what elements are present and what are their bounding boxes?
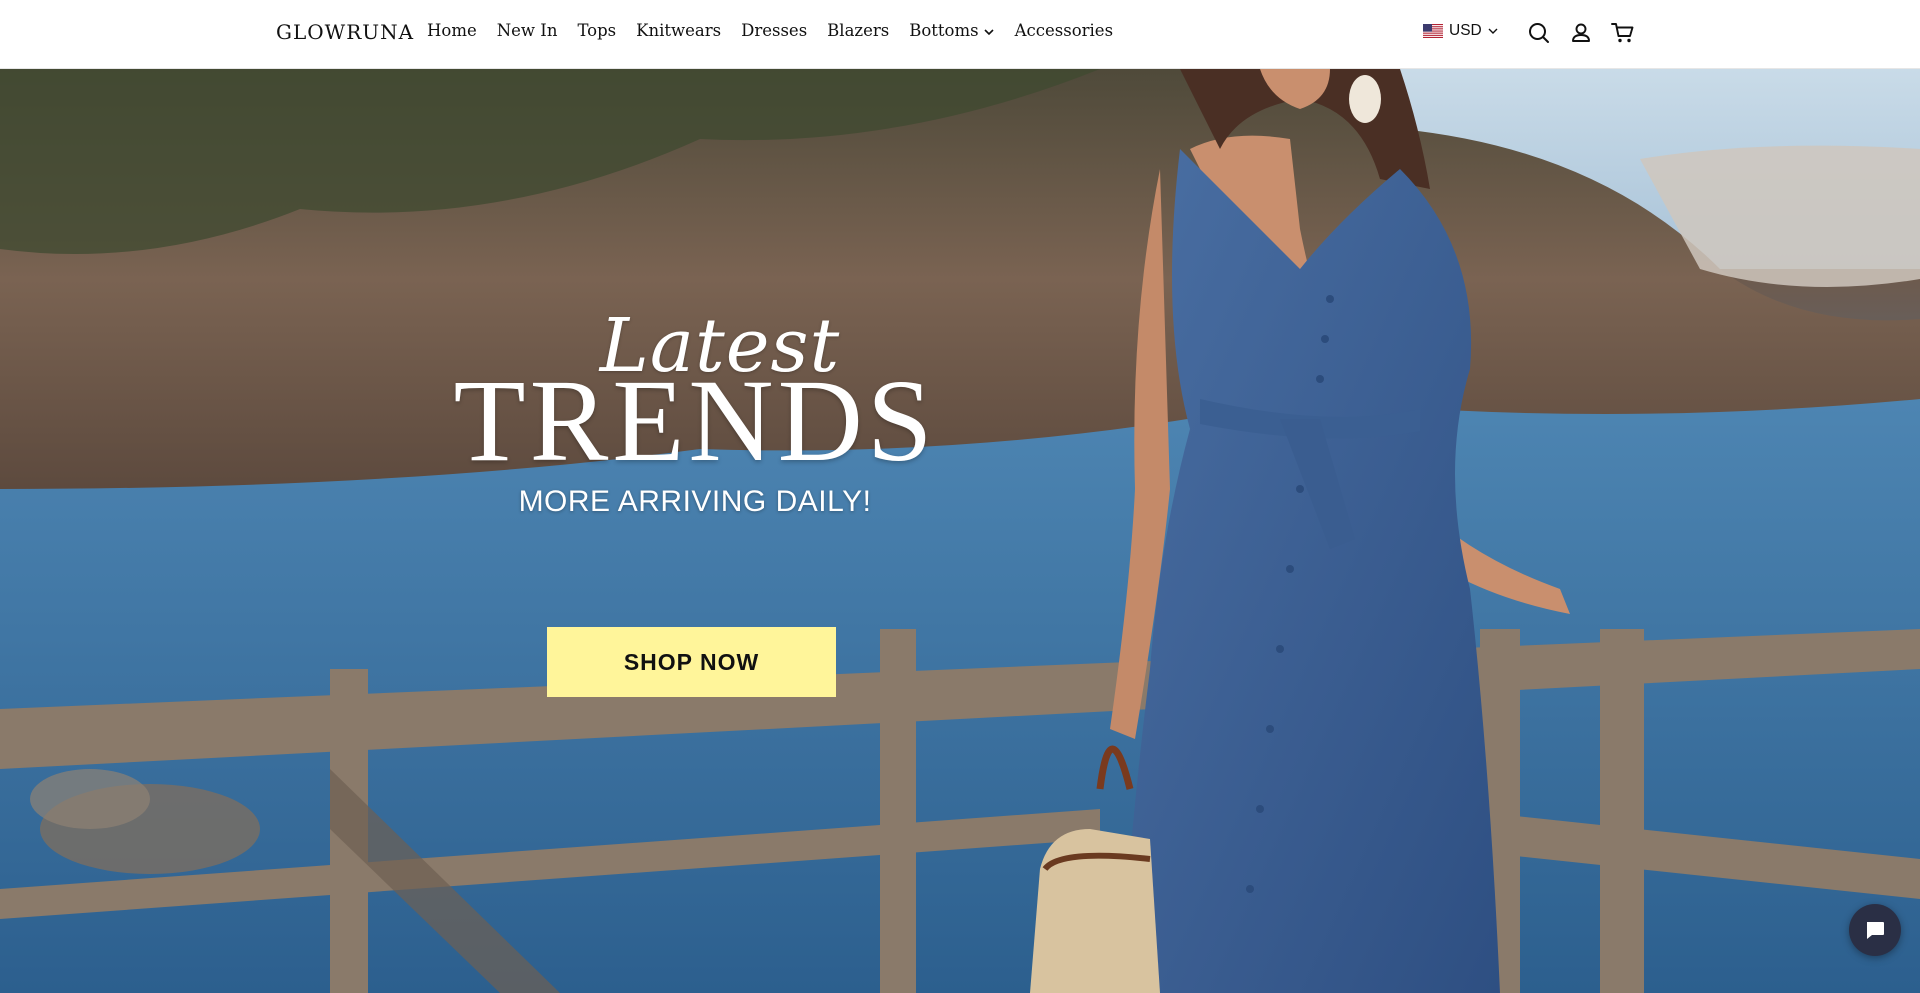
chat-icon xyxy=(1867,922,1884,939)
nav-item-new-in[interactable]: New In xyxy=(497,21,558,40)
nav-item-label: New In xyxy=(496,21,558,40)
currency-selector[interactable]: USD xyxy=(1423,22,1499,40)
shop-now-button[interactable]: SHOP NOW xyxy=(547,627,836,697)
chat-button[interactable] xyxy=(1849,904,1901,956)
nav-item-label: Dresses xyxy=(741,21,808,40)
us-flag-icon xyxy=(1423,24,1443,38)
nav-item-tops[interactable]: Tops xyxy=(577,21,616,40)
currency-label: USD xyxy=(1449,22,1482,39)
nav-item-accessories[interactable]: Accessories xyxy=(1015,21,1113,40)
nav-item-dresses[interactable]: Dresses xyxy=(741,21,807,40)
nav-item-label: Knitwears xyxy=(636,21,722,40)
hero-photo xyxy=(0,69,1920,993)
site-header: GLOWRUNA Home New In Tops Knitwears Dres… xyxy=(0,0,1920,69)
search-icon[interactable] xyxy=(1526,20,1552,46)
cart-icon[interactable] xyxy=(1610,20,1636,46)
nav-item-label: Tops xyxy=(577,21,617,40)
nav-item-bottoms[interactable]: Bottoms xyxy=(909,21,994,40)
hero-subtitle: MORE ARRIVING DAILY! xyxy=(518,485,872,518)
store-logo[interactable]: GLOWRUNA xyxy=(276,20,414,44)
nav-item-home[interactable]: Home xyxy=(427,21,477,40)
chevron-down-icon xyxy=(984,29,994,36)
nav-item-blazers[interactable]: Blazers xyxy=(827,21,889,40)
hero-copy: Latest TRENDS MORE ARRIVING DAILY! xyxy=(450,309,940,519)
account-icon[interactable] xyxy=(1568,20,1594,46)
nav-item-label: Blazers xyxy=(827,21,890,40)
chevron-down-icon xyxy=(1488,28,1498,34)
hero-banner: Latest TRENDS MORE ARRIVING DAILY! SHOP … xyxy=(0,69,1920,993)
main-nav: Home New In Tops Knitwears Dresses Blaze… xyxy=(427,21,1133,40)
nav-item-label: Home xyxy=(427,21,477,40)
nav-item-knitwears[interactable]: Knitwears xyxy=(636,21,721,40)
nav-item-label: Bottoms xyxy=(909,21,979,40)
nav-item-label: Accessories xyxy=(1014,21,1114,40)
hero-title: TRENDS xyxy=(453,355,937,486)
